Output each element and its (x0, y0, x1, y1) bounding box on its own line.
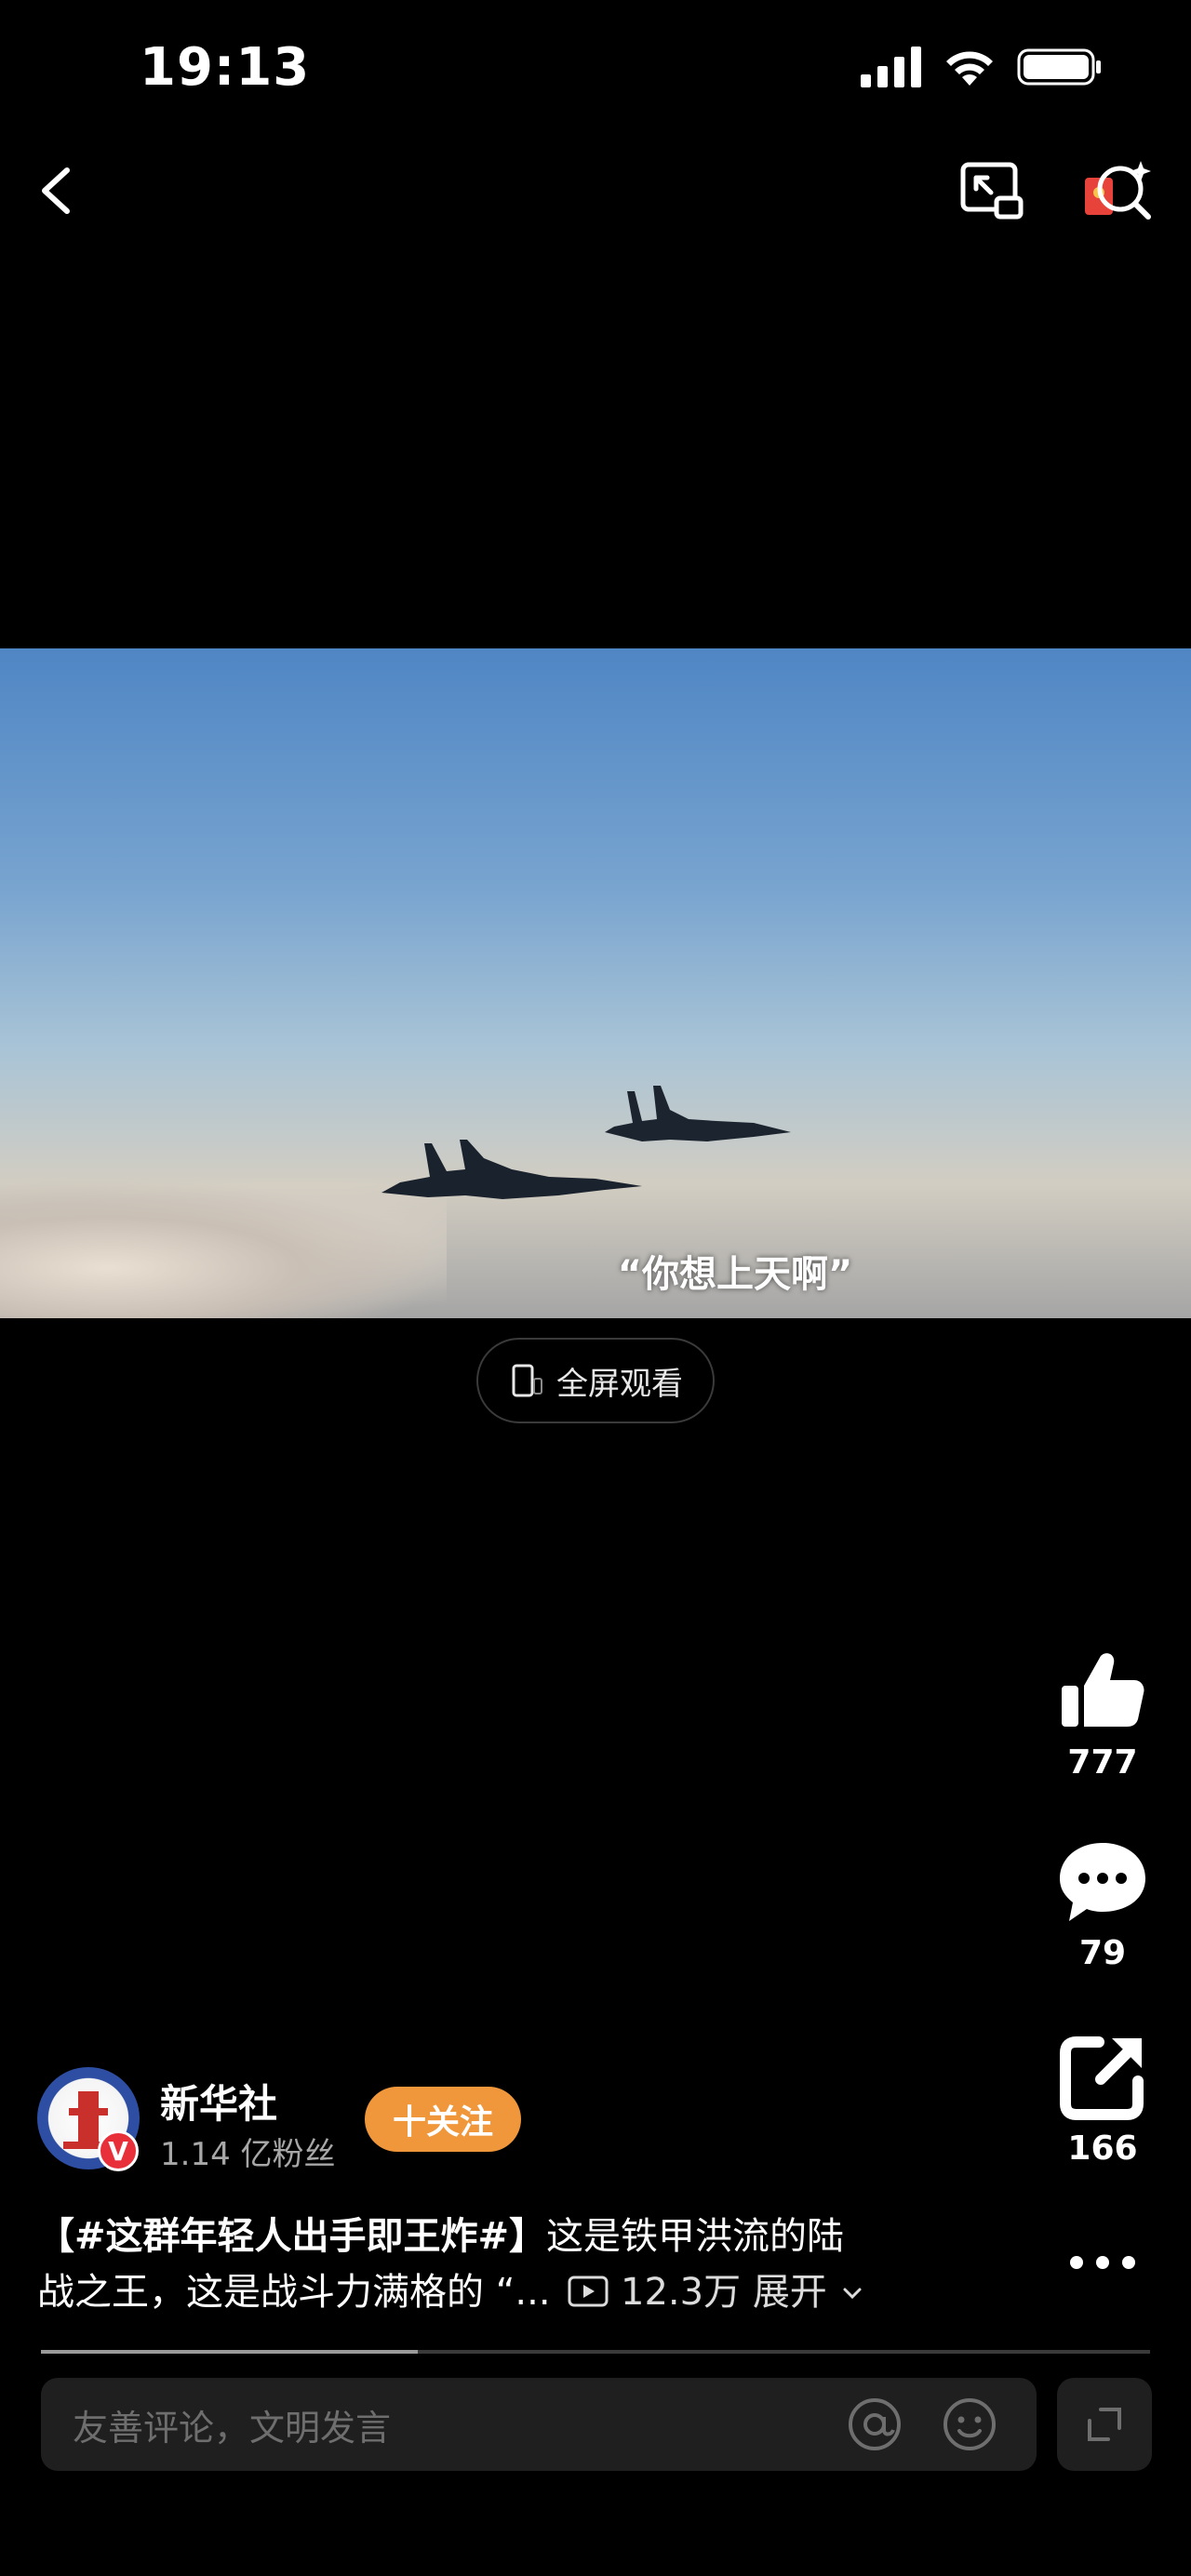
expand-link[interactable]: 展开 (753, 2271, 827, 2314)
phone-icon (512, 1364, 542, 1397)
pip-button[interactable] (954, 153, 1028, 228)
comment-placeholder: 友善评论，文明发言 (73, 2407, 392, 2449)
author-name[interactable]: 新华社 (160, 2073, 277, 2129)
battery-icon (1017, 48, 1101, 86)
signal-icon (861, 47, 921, 87)
comment-count: 79 (1078, 1934, 1127, 1972)
comment-input[interactable]: 友善评论，文明发言 (41, 2378, 1037, 2471)
at-icon[interactable] (845, 2395, 904, 2454)
progress-fill (41, 2350, 419, 2354)
video-player[interactable]: “你想上天啊” (0, 648, 1191, 1318)
thumbs-up-icon (1062, 1653, 1144, 1727)
emoji-icon[interactable] (940, 2395, 999, 2454)
back-icon (42, 167, 70, 214)
top-right-actions (954, 153, 1154, 228)
fullscreen-button[interactable]: 全屏观看 (476, 1338, 715, 1423)
like-button[interactable]: 777 (1051, 1647, 1154, 1782)
view-count: 12.3万 (621, 2271, 742, 2314)
follow-button[interactable]: 十关注 (365, 2087, 521, 2152)
back-button[interactable] (28, 153, 84, 228)
red-envelope-search-button[interactable] (1079, 153, 1154, 228)
share-icon (1060, 2036, 1144, 2120)
expand-button[interactable] (1057, 2378, 1152, 2471)
status-icons (861, 47, 1103, 87)
like-count: 777 (1067, 1743, 1138, 1782)
share-count: 166 (1067, 2129, 1138, 2168)
verified-badge: V (98, 2130, 139, 2171)
video-subtitle: “你想上天啊” (617, 1253, 853, 1296)
comment-button[interactable]: 79 (1051, 1837, 1154, 1972)
comment-icon (1060, 1843, 1145, 1921)
video-caption[interactable]: 【#这群年轻人出手即王炸#】这是铁甲洪流的陆 战之王，这是战斗力满格的 “...… (37, 2209, 968, 2320)
pip-icon (960, 162, 1024, 220)
red-envelope-search-icon (1085, 161, 1151, 220)
caption-line1: 这是铁甲洪流的陆 (546, 2215, 845, 2258)
wifi-icon (946, 51, 993, 86)
caption-line2: 战之王，这是战斗力满格的 “... (37, 2271, 551, 2314)
fighter-jets-image (381, 1086, 791, 1199)
fullscreen-label: 全屏观看 (556, 1365, 683, 1403)
fan-count: 1.14 亿粉丝 (160, 2136, 336, 2173)
expand-icon (1088, 2408, 1121, 2441)
chevron-down-icon (843, 2288, 862, 2300)
play-icon (568, 2276, 609, 2307)
caption-hashtag[interactable]: 【#这群年轻人出手即王炸#】 (37, 2215, 546, 2258)
more-icon (1070, 2256, 1135, 2269)
status-time: 19:13 (140, 37, 311, 98)
share-button[interactable]: 166 (1051, 2033, 1154, 2168)
more-button[interactable] (1051, 2244, 1154, 2285)
